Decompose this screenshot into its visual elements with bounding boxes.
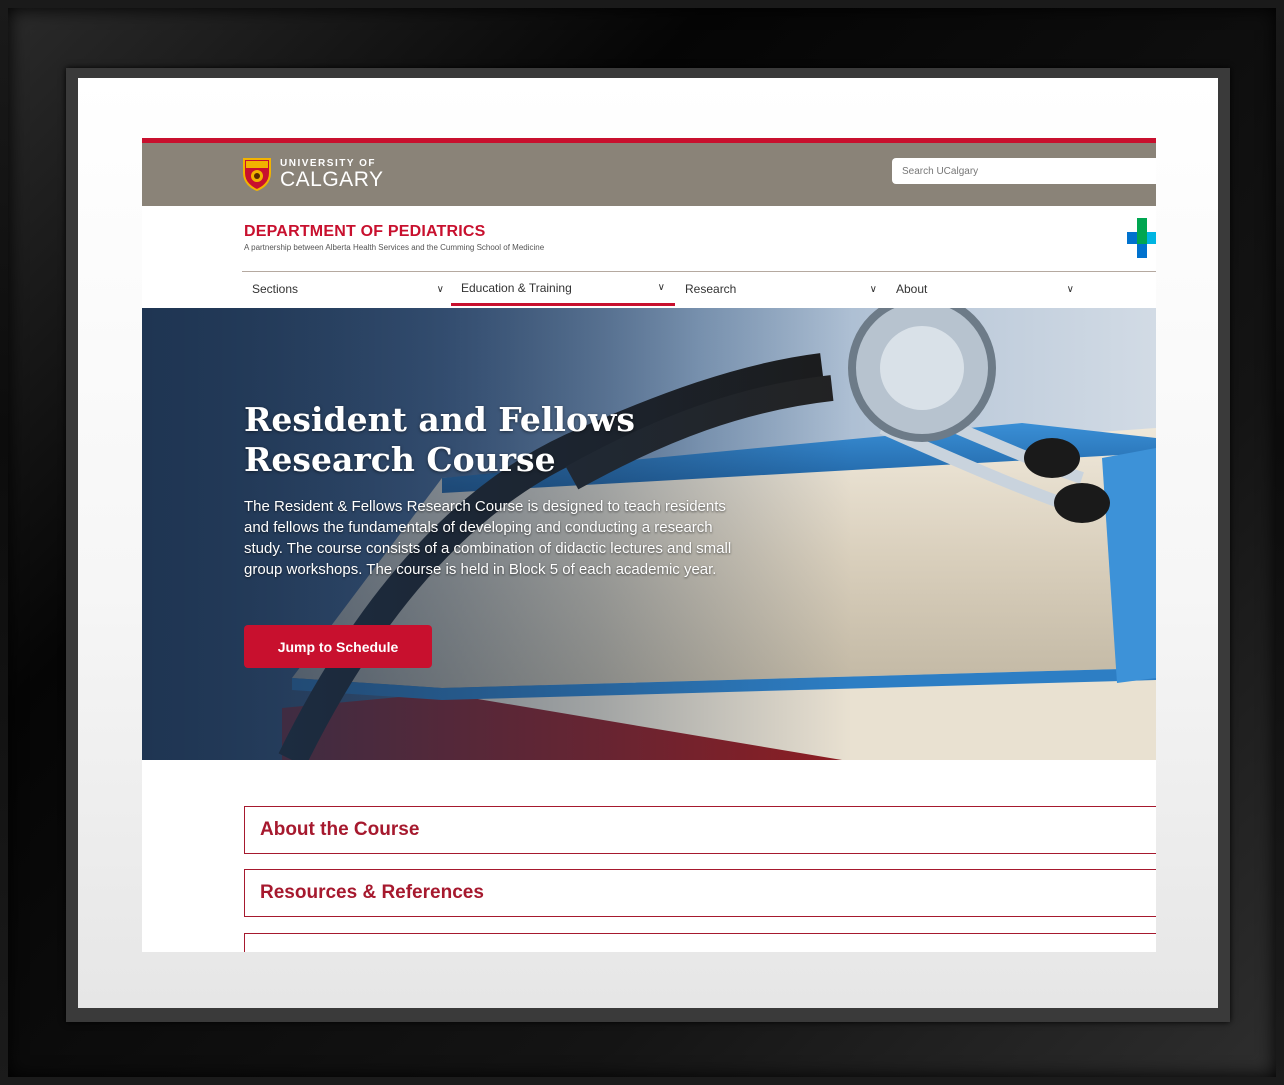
main-navigation: Sections ∨ Education & Training ∨ Resear… xyxy=(242,271,1156,308)
logo-calgary: CALGARY xyxy=(280,167,384,191)
university-logo[interactable]: UNIVERSITY OF CALGARY xyxy=(242,157,384,191)
nav-sections-label: Sections xyxy=(252,282,299,296)
chevron-down-icon: ∨ xyxy=(436,283,444,295)
hero-banner: Resident and Fellows Research Course The… xyxy=(142,308,1156,760)
hero-description: The Resident & Fellows Research Course i… xyxy=(244,498,732,578)
hero-title: Resident and Fellows Research Course xyxy=(244,400,635,479)
nav-about-label: About xyxy=(896,282,928,296)
logo-university-of: UNIVERSITY OF xyxy=(280,157,376,169)
accordion-about-the-course[interactable]: About the Course xyxy=(244,806,1156,854)
accordion-item-partial[interactable] xyxy=(244,933,1156,952)
chevron-down-icon: ∨ xyxy=(1066,283,1074,295)
accordion-resources-references[interactable]: Resources & References xyxy=(244,869,1156,917)
crest-icon xyxy=(243,158,271,191)
nav-education-label: Education & Training xyxy=(461,280,572,295)
jump-to-schedule-button[interactable]: Jump to Schedule xyxy=(244,625,432,668)
nav-research-label: Research xyxy=(685,282,737,296)
top-bar: UNIVERSITY OF CALGARY xyxy=(142,138,1156,206)
website-screenshot: UNIVERSITY OF CALGARY DEPARTMENT OF PEDI… xyxy=(142,138,1156,952)
nav-education-training[interactable]: Education & Training ∨ xyxy=(451,272,675,306)
department-heading: DEPARTMENT OF PEDIATRICS A partnership b… xyxy=(244,223,544,252)
chevron-down-icon: ∨ xyxy=(869,283,877,295)
ahs-logo-icon xyxy=(1127,218,1156,258)
nav-sections[interactable]: Sections ∨ xyxy=(242,272,454,306)
chevron-down-icon: ∨ xyxy=(657,282,665,293)
search-input[interactable] xyxy=(892,158,1156,184)
nav-research[interactable]: Research ∨ xyxy=(675,272,887,306)
department-title[interactable]: DEPARTMENT OF PEDIATRICS xyxy=(244,223,544,241)
nav-about[interactable]: About ∨ xyxy=(886,272,1084,306)
department-subtitle: A partnership between Alberta Health Ser… xyxy=(244,243,545,252)
